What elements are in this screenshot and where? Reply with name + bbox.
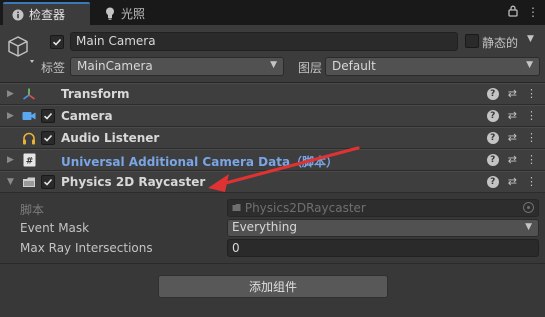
tag-value: MainCamera	[77, 59, 153, 73]
component-universal-additional-camera-data[interactable]: ▶ # Universal Additional Camera Data（脚本）…	[0, 149, 545, 171]
preset-icon[interactable]: ⇄	[508, 132, 517, 144]
max-ray-intersections-label: Max Ray Intersections	[20, 241, 153, 255]
headphones-icon	[22, 131, 36, 145]
script-label: 脚本	[20, 203, 45, 217]
script-object-field: Physics2DRaycaster	[227, 199, 539, 217]
help-icon[interactable]: ?	[486, 88, 499, 100]
script-file-icon	[232, 201, 245, 215]
chevron-down-icon: ▼	[525, 222, 532, 232]
static-dropdown-arrow[interactable]: ▼	[527, 34, 534, 44]
event-mask-value: Everything	[232, 220, 297, 234]
tag-label: 标签	[41, 61, 66, 75]
help-icon[interactable]: ?	[486, 132, 499, 144]
component-enabled-checkbox[interactable]	[41, 109, 55, 123]
preset-icon[interactable]: ⇄	[508, 110, 517, 122]
help-icon[interactable]: ?	[486, 154, 499, 166]
static-checkbox[interactable]	[465, 34, 479, 48]
component-enabled-checkbox[interactable]	[41, 131, 55, 145]
component-transform[interactable]: ▶ Transform ? ⇄ ⋮	[0, 83, 545, 105]
add-component-button[interactable]: 添加组件	[158, 275, 388, 298]
foldout-arrow-icon[interactable]: ▶	[7, 111, 14, 121]
raycaster-icon	[22, 175, 36, 189]
component-audio-listener[interactable]: Audio Listener ? ⇄ ⋮	[0, 127, 545, 149]
chevron-down-icon: ▼	[526, 60, 533, 70]
component-title: Transform	[61, 87, 130, 101]
preset-icon[interactable]: ⇄	[508, 176, 517, 188]
component-title: Universal Additional Camera Data（脚本）	[61, 155, 339, 169]
layer-value: Default	[332, 59, 376, 73]
active-checkbox[interactable]	[50, 35, 64, 49]
event-mask-label: Event Mask	[20, 221, 90, 235]
static-label: 静态的	[482, 36, 519, 50]
max-ray-intersections-input[interactable]: 0	[227, 239, 539, 257]
object-picker-icon[interactable]	[523, 202, 534, 213]
component-enabled-checkbox[interactable]	[41, 175, 55, 189]
layer-dropdown[interactable]: Default ▼	[325, 57, 540, 76]
lock-icon[interactable]	[508, 5, 518, 20]
component-title: Physics 2D Raycaster	[61, 175, 206, 189]
component-menu-icon[interactable]: ⋮	[526, 176, 537, 188]
chevron-down-icon: ▼	[270, 60, 277, 70]
transform-axes-icon	[22, 87, 36, 101]
tab-inspector[interactable]: 检查器	[3, 2, 90, 25]
component-title: Audio Listener	[61, 131, 160, 145]
gameobject-cube-icon[interactable]	[6, 34, 36, 64]
tab-lighting[interactable]: 光照	[95, 2, 175, 25]
component-physics-2d-raycaster[interactable]: ▼ Physics 2D Raycaster ? ⇄ ⋮	[0, 171, 545, 193]
tab-inspector-label: 检查器	[29, 8, 66, 22]
gameobject-name-input[interactable]: Main Camera	[70, 32, 458, 51]
tab-lighting-label: 光照	[121, 7, 146, 21]
tab-menu-icon[interactable]: ⋮	[527, 5, 539, 20]
layer-label: 图层	[298, 61, 323, 75]
svg-text:#: #	[25, 157, 33, 167]
help-icon[interactable]: ?	[486, 110, 499, 122]
script-value: Physics2DRaycaster	[244, 201, 366, 215]
event-mask-dropdown[interactable]: Everything ▼	[227, 219, 539, 237]
component-camera[interactable]: ▶ Camera ? ⇄ ⋮	[0, 105, 545, 127]
inspector-tab-bar: 检查器 光照 ⋮	[0, 0, 545, 25]
preset-icon[interactable]: ⇄	[508, 154, 517, 166]
component-menu-icon[interactable]: ⋮	[526, 132, 537, 144]
lightbulb-icon	[103, 7, 117, 21]
component-menu-icon[interactable]: ⋮	[526, 88, 537, 100]
script-icon: #	[22, 153, 36, 167]
foldout-arrow-icon[interactable]: ▼	[7, 177, 14, 187]
component-menu-icon[interactable]: ⋮	[526, 110, 537, 122]
component-title: Camera	[61, 109, 113, 123]
help-icon[interactable]: ?	[486, 176, 499, 188]
foldout-arrow-icon[interactable]: ▶	[7, 155, 14, 165]
camera-icon	[22, 109, 36, 123]
info-icon	[11, 8, 25, 22]
component-menu-icon[interactable]: ⋮	[526, 154, 537, 166]
preset-icon[interactable]: ⇄	[508, 88, 517, 100]
foldout-arrow-icon[interactable]: ▶	[7, 89, 14, 99]
gameobject-header: Main Camera 静态的 ▼ 标签 MainCamera ▼ 图层 Def…	[0, 25, 545, 83]
divider	[0, 263, 545, 264]
tag-dropdown[interactable]: MainCamera ▼	[70, 57, 284, 76]
